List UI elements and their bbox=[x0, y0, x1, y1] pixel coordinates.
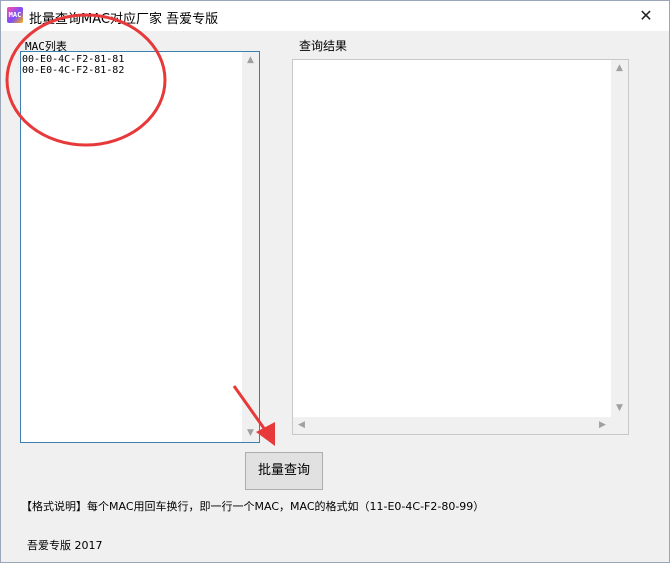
query-result-textarea[interactable]: ▲ ▼ ◀ ▶ bbox=[292, 59, 629, 435]
close-button[interactable]: ✕ bbox=[623, 1, 669, 31]
main-window: MAC 批量查询MAC对应厂家 吾爱专版 ✕ MAC列表 00-E0-4C-F2… bbox=[0, 0, 670, 563]
mac-list-textarea[interactable]: 00-E0-4C-F2-81-81 00-E0-4C-F2-81-82 ▲ ▼ bbox=[20, 51, 260, 443]
scroll-right-arrow-icon[interactable]: ▶ bbox=[594, 417, 611, 434]
format-note: 【格式说明】每个MAC用回车换行，即一行一个MAC，MAC的格式如（11-E0-… bbox=[21, 500, 485, 513]
result-vertical-scrollbar[interactable]: ▲ ▼ bbox=[611, 60, 628, 417]
result-horizontal-scrollbar[interactable]: ◀ ▶ bbox=[293, 417, 611, 434]
batch-query-button[interactable]: 批量查询 bbox=[245, 452, 323, 490]
mac-line: 00-E0-4C-F2-81-81 bbox=[22, 54, 125, 65]
title-bar[interactable]: MAC 批量查询MAC对应厂家 吾爱专版 ✕ bbox=[1, 1, 669, 31]
scrollbar-corner bbox=[611, 417, 628, 434]
mac-list-vertical-scrollbar[interactable]: ▲ ▼ bbox=[242, 52, 259, 442]
scroll-up-arrow-icon[interactable]: ▲ bbox=[611, 60, 628, 77]
footer-text: 吾爱专版 2017 bbox=[27, 539, 103, 552]
window-title: 批量查询MAC对应厂家 吾爱专版 bbox=[29, 12, 219, 27]
scroll-left-arrow-icon[interactable]: ◀ bbox=[293, 417, 310, 434]
scroll-down-arrow-icon[interactable]: ▼ bbox=[611, 400, 628, 417]
query-result-label: 查询结果 bbox=[299, 39, 348, 53]
mac-line: 00-E0-4C-F2-81-82 bbox=[22, 65, 125, 76]
app-icon: MAC bbox=[7, 7, 23, 23]
scroll-up-arrow-icon[interactable]: ▲ bbox=[242, 52, 259, 69]
scroll-down-arrow-icon[interactable]: ▼ bbox=[242, 425, 259, 442]
mac-list-content: 00-E0-4C-F2-81-81 00-E0-4C-F2-81-82 bbox=[22, 54, 124, 76]
